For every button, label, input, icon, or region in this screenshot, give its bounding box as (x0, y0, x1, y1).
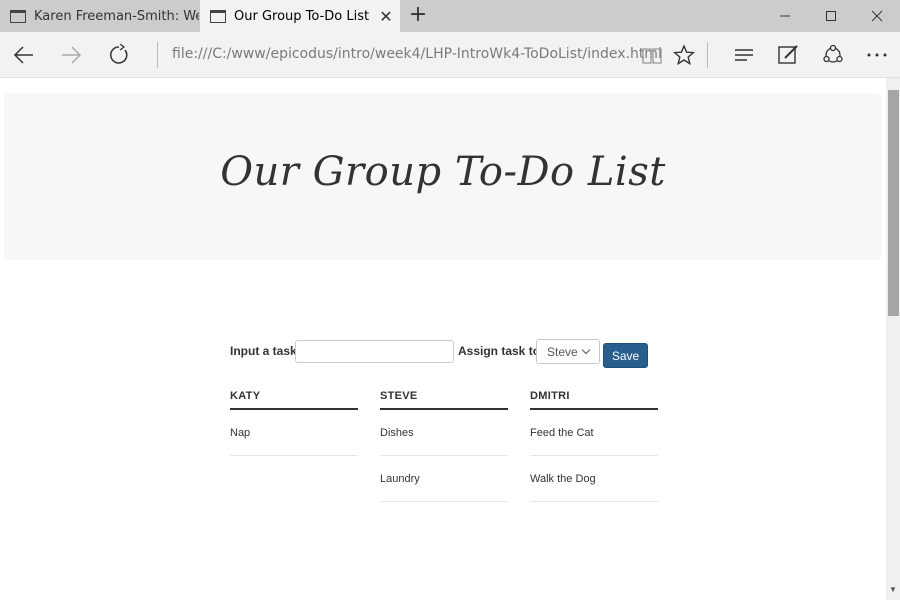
task-input-label: Input a task: (230, 344, 301, 358)
close-window-button[interactable] (854, 0, 900, 32)
book-icon (642, 48, 662, 64)
task-item: Feed the Cat (530, 410, 658, 456)
favorite-button[interactable] (668, 39, 700, 71)
address-bar: file:///C:/www/epicodus/intro/week4/LHP-… (0, 32, 900, 78)
page-icon (10, 9, 26, 23)
refresh-button[interactable] (103, 39, 135, 71)
assignee-value: Steve (547, 344, 578, 359)
hub-icon (735, 49, 753, 61)
tab-title: Karen Freeman-Smith: Web (34, 8, 199, 24)
divider (707, 42, 708, 68)
divider (157, 42, 158, 68)
ellipsis-icon (867, 53, 887, 57)
page-icon (210, 9, 226, 23)
share-button[interactable] (817, 39, 849, 71)
task-item: Nap (230, 410, 358, 456)
close-icon (871, 10, 883, 22)
column-header: DMITRI (530, 390, 658, 410)
reading-view-button[interactable] (636, 39, 668, 71)
forward-arrow-icon (62, 46, 82, 64)
minimize-button[interactable] (762, 0, 808, 32)
column-dmitri: DMITRI Feed the Cat Walk the Dog (530, 390, 658, 502)
back-arrow-icon (13, 46, 33, 64)
save-button[interactable]: Save (603, 343, 648, 368)
tab-bar: Karen Freeman-Smith: Web Our Group To-Do… (0, 0, 900, 32)
tab-karen-freeman-smith[interactable]: Karen Freeman-Smith: Web (0, 0, 199, 32)
scrollbar-thumb[interactable] (888, 90, 899, 316)
close-tab-icon[interactable]: ✕ (372, 7, 400, 26)
task-item: Dishes (380, 410, 508, 456)
scroll-down-arrow-icon[interactable]: ▼ (887, 585, 899, 597)
chevron-down-icon (581, 345, 590, 354)
url-field[interactable]: file:///C:/www/epicodus/intro/week4/LHP-… (172, 46, 662, 62)
task-input[interactable] (295, 340, 454, 363)
column-steve: STEVE Dishes Laundry (380, 390, 508, 502)
column-katy: KATY Nap (230, 390, 358, 456)
page-viewport: Our Group To-Do List Input a task: Assig… (0, 78, 886, 600)
tab-group-todo[interactable]: Our Group To-Do List ✕ (200, 0, 400, 32)
more-button[interactable] (861, 39, 893, 71)
maximize-icon (826, 11, 836, 21)
hub-button[interactable] (728, 39, 760, 71)
share-icon (823, 44, 843, 63)
star-icon (673, 44, 695, 66)
column-header: KATY (230, 390, 358, 410)
refresh-icon (110, 44, 128, 64)
back-button[interactable] (8, 39, 40, 71)
minimize-icon (780, 15, 790, 17)
tab-title: Our Group To-Do List (234, 8, 370, 24)
maximize-button[interactable] (808, 0, 854, 32)
header-jumbotron: Our Group To-Do List (4, 93, 882, 260)
web-note-button[interactable] (772, 39, 804, 71)
task-item: Walk the Dog (530, 456, 658, 502)
pen-note-icon (778, 45, 798, 64)
page-title: Our Group To-Do List (220, 149, 666, 195)
column-header: STEVE (380, 390, 508, 410)
task-item: Laundry (380, 456, 508, 502)
assign-label: Assign task to: (458, 344, 545, 358)
assignee-select[interactable]: Steve (536, 339, 600, 364)
new-tab-button[interactable]: + (404, 4, 432, 28)
forward-button[interactable] (55, 39, 87, 71)
